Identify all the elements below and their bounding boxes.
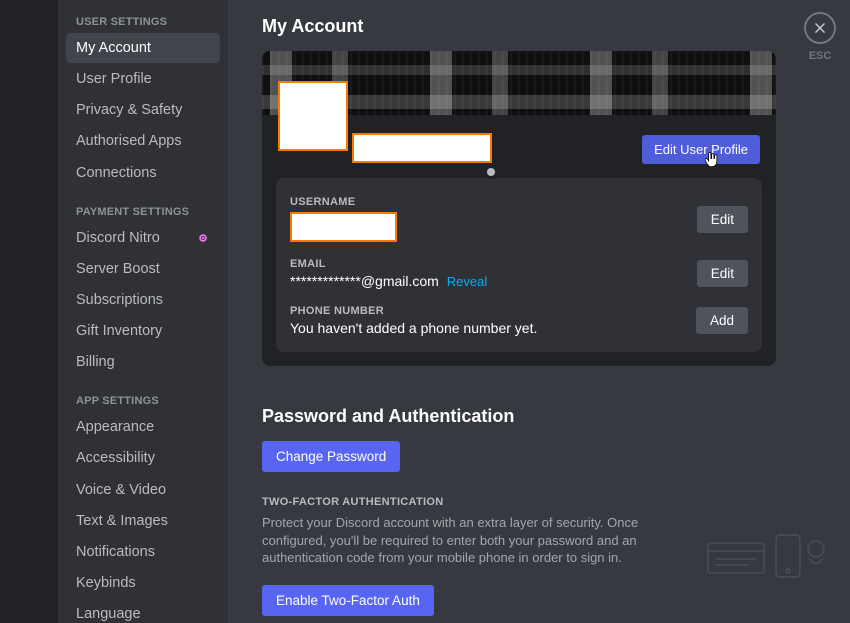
sidebar-item-keybinds[interactable]: Keybinds [66, 568, 220, 598]
sidebar-item-notifications[interactable]: Notifications [66, 537, 220, 567]
sidebar-item-authorised-apps[interactable]: Authorised Apps [66, 126, 220, 156]
app-left-strip [0, 0, 58, 623]
sidebar-item-label: Accessibility [76, 449, 155, 467]
sidebar-item-accessibility[interactable]: Accessibility [66, 443, 220, 473]
sidebar-item-label: Server Boost [76, 260, 160, 278]
close-button[interactable] [804, 12, 836, 44]
edit-username-button[interactable]: Edit [697, 206, 748, 233]
sidebar-item-user-profile[interactable]: User Profile [66, 64, 220, 94]
sidebar-item-label: Connections [76, 164, 157, 182]
sidebar-item-voice-video[interactable]: Voice & Video [66, 475, 220, 505]
sidebar-item-billing[interactable]: Billing [66, 347, 220, 377]
edit-user-profile-button[interactable]: Edit User Profile [642, 135, 760, 164]
page-title: My Account [262, 16, 822, 37]
sidebar-item-gift-inventory[interactable]: Gift Inventory [66, 316, 220, 346]
enable-twofa-button[interactable]: Enable Two-Factor Auth [262, 585, 434, 616]
field-label-username: USERNAME [290, 196, 697, 208]
sidebar-item-connections[interactable]: Connections [66, 158, 220, 188]
field-label-email: EMAIL [290, 258, 697, 270]
sidebar-item-label: Gift Inventory [76, 322, 162, 340]
sidebar-section-header-user-settings: USER SETTINGS [66, 10, 220, 32]
info-row-email: EMAIL *************@gmail.com Reveal Edi… [290, 252, 748, 299]
username-value [290, 212, 397, 242]
account-info-panel: USERNAME Edit EMAIL *************@gmail.… [276, 178, 762, 352]
info-row-phone: PHONE NUMBER You haven't added a phone n… [290, 299, 748, 338]
sidebar-item-label: Subscriptions [76, 291, 163, 309]
sidebar-item-label: Notifications [76, 543, 155, 561]
sidebar-item-label: Authorised Apps [76, 132, 182, 150]
field-label-phone: PHONE NUMBER [290, 305, 696, 317]
profile-card: Edit User Profile USERNAME Edit EMAIL **… [262, 51, 776, 366]
phone-value: You haven't added a phone number yet. [290, 320, 696, 336]
settings-sidebar: USER SETTINGS My Account User Profile Pr… [58, 0, 228, 623]
sidebar-item-label: Keybinds [76, 574, 136, 592]
sidebar-item-server-boost[interactable]: Server Boost [66, 254, 220, 284]
change-password-button[interactable]: Change Password [262, 441, 400, 472]
sidebar-item-label: Discord Nitro [76, 229, 160, 247]
info-row-username: USERNAME Edit [290, 192, 748, 252]
close-icon [813, 21, 827, 35]
add-phone-button[interactable]: Add [696, 307, 748, 334]
sidebar-item-privacy-safety[interactable]: Privacy & Safety [66, 95, 220, 125]
password-auth-title: Password and Authentication [262, 406, 822, 427]
esc-label: ESC [809, 50, 832, 62]
sidebar-item-label: Billing [76, 353, 115, 371]
sidebar-item-subscriptions[interactable]: Subscriptions [66, 285, 220, 315]
twofa-label: TWO-FACTOR AUTHENTICATION [262, 496, 822, 508]
edit-email-button[interactable]: Edit [697, 260, 748, 287]
sidebar-item-label: Voice & Video [76, 481, 166, 499]
sidebar-item-label: My Account [76, 39, 151, 57]
email-masked: *************@gmail.com [290, 273, 439, 289]
sidebar-item-appearance[interactable]: Appearance [66, 412, 220, 442]
sidebar-item-label: Language [76, 605, 141, 623]
nitro-badge-icon [196, 231, 210, 245]
sidebar-section-header-payment-settings: PAYMENT SETTINGS [66, 200, 220, 222]
sidebar-item-label: User Profile [76, 70, 152, 88]
twofa-description: Protect your Discord account with an ext… [262, 514, 682, 567]
twofa-illustration-icon [702, 525, 832, 585]
sidebar-item-label: Privacy & Safety [76, 101, 182, 119]
status-indicator-icon [484, 165, 498, 179]
content-area: ESC My Account Edit User Profile USERNAM… [228, 0, 850, 623]
close-wrap: ESC [804, 12, 836, 62]
sidebar-item-label: Text & Images [76, 512, 168, 530]
sidebar-item-discord-nitro[interactable]: Discord Nitro [66, 223, 220, 253]
sidebar-item-text-images[interactable]: Text & Images [66, 506, 220, 536]
sidebar-item-my-account[interactable]: My Account [66, 33, 220, 63]
sidebar-section-header-app-settings: APP SETTINGS [66, 389, 220, 411]
sidebar-item-language[interactable]: Language [66, 599, 220, 623]
reveal-email-link[interactable]: Reveal [447, 274, 487, 289]
sidebar-item-label: Appearance [76, 418, 154, 436]
email-value: *************@gmail.com Reveal [290, 273, 697, 289]
avatar[interactable] [278, 81, 348, 151]
username-display [352, 133, 492, 163]
profile-header: Edit User Profile [262, 115, 776, 178]
